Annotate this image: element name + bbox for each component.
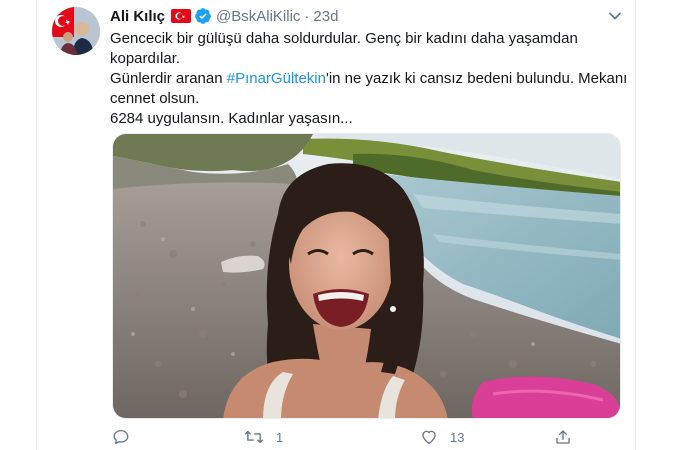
tweet-text-line: kopardılar. (110, 50, 181, 67)
tweet-header: Ali Kılıç @BskAliKilic · 23d (110, 5, 622, 27)
display-name[interactable]: Ali Kılıç (110, 8, 165, 25)
hashtag-link[interactable]: #PınarGültekin (227, 70, 326, 87)
heart-icon (420, 428, 438, 446)
tweet-photo[interactable] (112, 133, 621, 419)
tweet-text-line: cennet olsun. (110, 90, 200, 107)
separator-dot: · (304, 7, 310, 25)
reply-icon (112, 428, 130, 446)
timestamp[interactable]: 23d (313, 8, 338, 25)
tweet-text: Gencecik bir gülüşü daha soldurdular. Ge… (110, 29, 627, 129)
retweet-button[interactable]: 1 (244, 428, 283, 446)
like-button[interactable]: 13 (420, 428, 464, 446)
tweet-card[interactable]: Ali Kılıç @BskAliKilic · 23d Gencecik bi… (36, 0, 636, 450)
tweet-text-segment: 'in ne yazık ki cansız bedeni bulundu. M… (325, 70, 628, 87)
reply-button[interactable] (112, 428, 142, 446)
tweet-body: Ali Kılıç @BskAliKilic · 23d Gencecik bi… (110, 5, 627, 129)
tweet-text-line: Günlerdir aranan #PınarGültekin'in ne ya… (110, 69, 627, 89)
turkey-flag-icon (171, 9, 192, 23)
avatar-image (52, 7, 100, 55)
chevron-down-icon[interactable] (607, 8, 623, 24)
tweet-text-line: Gencecik bir gülüşü daha soldurdular. Ge… (110, 30, 578, 47)
tweet-text-segment: Günlerdir aranan (110, 70, 227, 87)
share-icon (554, 428, 572, 446)
page: Ali Kılıç @BskAliKilic · 23d Gencecik bi… (0, 0, 690, 450)
tweet-actions: 1 13 (112, 428, 572, 448)
photo-image (113, 134, 620, 418)
tweet-text-line: 6284 uygulansın. Kadınlar yaşasın... (110, 110, 353, 127)
like-count: 13 (450, 429, 465, 445)
retweet-icon (244, 428, 264, 446)
share-button[interactable] (554, 428, 572, 446)
verified-badge-icon (194, 7, 212, 25)
retweet-count: 1 (276, 429, 284, 445)
avatar[interactable] (52, 7, 100, 55)
user-handle[interactable]: @BskAliKilic (216, 8, 300, 25)
